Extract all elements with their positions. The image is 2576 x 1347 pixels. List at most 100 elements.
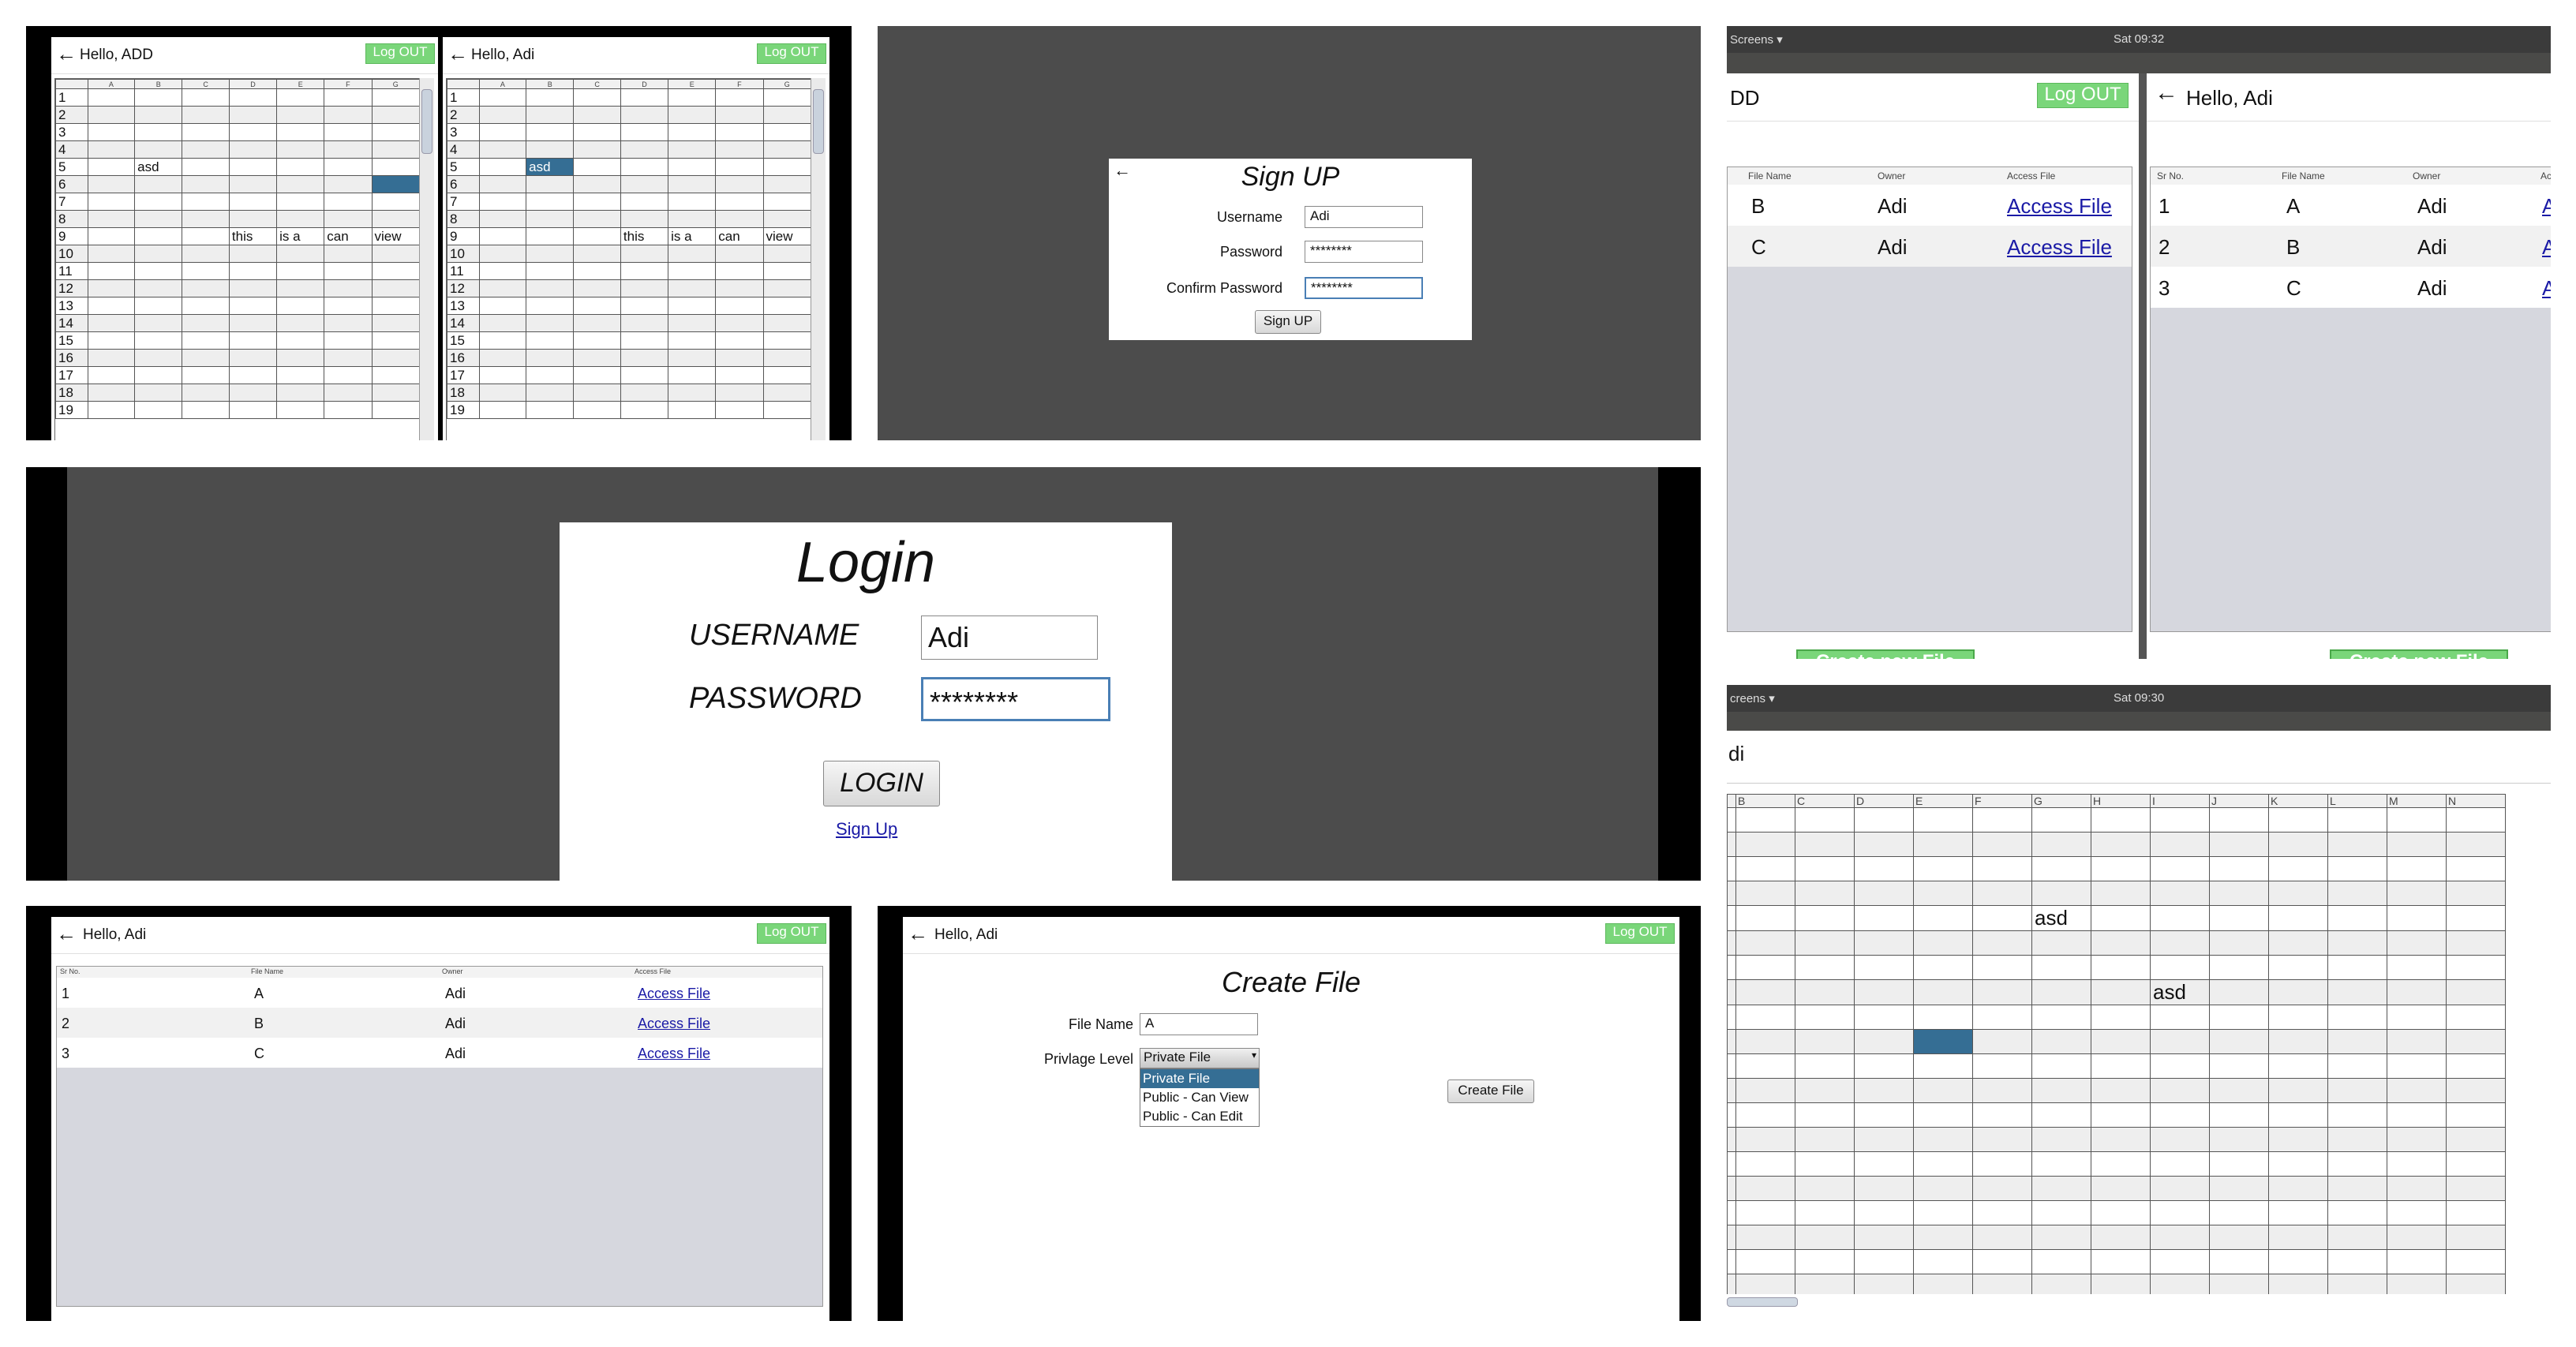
sheet-cell[interactable] xyxy=(478,210,527,228)
sheet-cell[interactable] xyxy=(715,349,764,367)
sheet-cell[interactable] xyxy=(478,366,527,384)
table-row[interactable]: 2 B Adi A xyxy=(2151,226,2551,267)
sheet-cell[interactable] xyxy=(1972,955,2032,980)
sheet-cell[interactable] xyxy=(182,175,230,193)
sheet-cell[interactable] xyxy=(2446,1127,2506,1152)
sheet-cell[interactable] xyxy=(1854,1029,1914,1054)
back-arrow-icon[interactable]: ← xyxy=(56,923,77,944)
sheet-cell[interactable] xyxy=(371,366,420,384)
sheet-cell[interactable] xyxy=(2327,881,2387,906)
sheet-cell[interactable] xyxy=(715,314,764,332)
sheet-cell[interactable] xyxy=(2150,832,2210,857)
sheet-cell[interactable] xyxy=(2387,881,2447,906)
sheet-cell[interactable] xyxy=(2150,1053,2210,1079)
sheet-cell[interactable] xyxy=(2209,1200,2269,1225)
sheet-cell[interactable] xyxy=(2327,979,2387,1005)
sheet-cell[interactable] xyxy=(228,88,278,107)
sheet-cell[interactable] xyxy=(620,88,669,107)
sheet-cell[interactable] xyxy=(573,401,621,419)
sheet-cell[interactable] xyxy=(573,262,621,280)
sheet-cell[interactable] xyxy=(324,193,373,211)
sheet-cell[interactable] xyxy=(1913,930,1973,956)
sheet-cell[interactable] xyxy=(2091,832,2151,857)
sheet-cell[interactable] xyxy=(2387,930,2447,956)
logout-button[interactable]: Log OUT xyxy=(365,43,435,64)
sheet-cell[interactable] xyxy=(2031,881,2091,906)
sheet-cell[interactable] xyxy=(1795,905,1855,931)
sheet-cell[interactable] xyxy=(2209,930,2269,956)
sheet-cell[interactable] xyxy=(715,193,764,211)
table-row[interactable]: 1 A Adi Access File xyxy=(57,978,822,1008)
sheet-cell[interactable] xyxy=(134,349,183,367)
spreadsheet-grid[interactable]: A B C D E F G 1 2 3 4 5 asd 6 7 8 9 this is a can view 10 11 12… xyxy=(446,78,812,440)
sheet-cell[interactable] xyxy=(762,158,811,176)
logout-button[interactable]: Log OUT xyxy=(757,43,826,64)
sheet-cell[interactable] xyxy=(1795,1249,1855,1274)
sheet-cell[interactable] xyxy=(2327,905,2387,931)
sheet-cell[interactable] xyxy=(2268,807,2328,833)
sheet-cell[interactable] xyxy=(526,88,575,107)
sheet-cell[interactable] xyxy=(371,262,420,280)
sheet-cell[interactable] xyxy=(1735,807,1795,833)
sheet-cell[interactable] xyxy=(526,314,575,332)
sheet-cell[interactable] xyxy=(2387,1029,2447,1054)
sheet-cell[interactable] xyxy=(762,88,811,107)
sheet-cell[interactable] xyxy=(182,106,230,124)
sheet-cell[interactable] xyxy=(2209,1127,2269,1152)
sheet-cell[interactable] xyxy=(182,158,230,176)
sheet-cell[interactable] xyxy=(573,279,621,297)
sheet-cell[interactable] xyxy=(2446,979,2506,1005)
sheet-cell[interactable] xyxy=(1854,856,1914,881)
sheet-cell[interactable] xyxy=(1913,1005,1973,1030)
sheet-cell[interactable] xyxy=(2031,1249,2091,1274)
sheet-cell[interactable] xyxy=(478,123,527,141)
sheet-cell[interactable] xyxy=(526,123,575,141)
sheet-cell[interactable] xyxy=(1854,1151,1914,1177)
access-file-link[interactable]: A xyxy=(2542,194,2551,219)
sheet-cell[interactable] xyxy=(2327,1249,2387,1274)
sheet-cell[interactable] xyxy=(762,314,811,332)
sheet-cell[interactable] xyxy=(87,123,136,141)
sheet-cell[interactable] xyxy=(478,279,527,297)
sheet-cell[interactable] xyxy=(620,158,669,176)
sheet-cell[interactable] xyxy=(762,384,811,402)
sheet-cell[interactable] xyxy=(228,140,278,159)
sheet-cell[interactable] xyxy=(2209,1225,2269,1250)
sheet-cell[interactable] xyxy=(2031,1225,2091,1250)
sheet-cell[interactable]: this xyxy=(620,227,669,245)
sheet-cell[interactable] xyxy=(715,88,764,107)
sheet-cell[interactable] xyxy=(1735,856,1795,881)
sheet-cell[interactable] xyxy=(2209,881,2269,906)
sheet-cell[interactable] xyxy=(371,349,420,367)
sheet-cell[interactable] xyxy=(276,140,325,159)
sheet-cell[interactable] xyxy=(134,279,183,297)
sheet-cell[interactable] xyxy=(526,210,575,228)
logout-button[interactable]: Log OUT xyxy=(757,923,826,944)
sheet-cell[interactable] xyxy=(324,297,373,315)
sheet-cell[interactable] xyxy=(1735,930,1795,956)
sheet-cell[interactable] xyxy=(2446,1005,2506,1030)
sheet-cell[interactable] xyxy=(1735,881,1795,906)
sheet-cell[interactable] xyxy=(2268,1151,2328,1177)
sheet-cell[interactable] xyxy=(2268,1005,2328,1030)
sheet-cell[interactable] xyxy=(478,331,527,350)
sheet-cell[interactable] xyxy=(2091,1102,2151,1128)
sheet-cell[interactable] xyxy=(228,175,278,193)
sheet-cell[interactable] xyxy=(1795,979,1855,1005)
sheet-cell[interactable] xyxy=(371,384,420,402)
sheet-cell[interactable] xyxy=(1972,1151,2032,1177)
sheet-cell[interactable] xyxy=(1913,905,1973,931)
sheet-cell[interactable] xyxy=(762,175,811,193)
sheet-cell[interactable] xyxy=(2446,955,2506,980)
sheet-cell[interactable] xyxy=(762,262,811,280)
sheet-cell[interactable] xyxy=(276,314,325,332)
sheet-cell[interactable] xyxy=(182,366,230,384)
sheet-cell[interactable] xyxy=(2268,930,2328,956)
sheet-cell[interactable] xyxy=(620,193,669,211)
sheet-cell[interactable] xyxy=(276,158,325,176)
screens-menu[interactable]: creens ▾ xyxy=(1730,691,1775,705)
sheet-cell[interactable] xyxy=(371,245,420,263)
sheet-cell[interactable] xyxy=(620,262,669,280)
sheet-cell[interactable] xyxy=(1735,1078,1795,1103)
sheet-cell[interactable] xyxy=(2091,979,2151,1005)
